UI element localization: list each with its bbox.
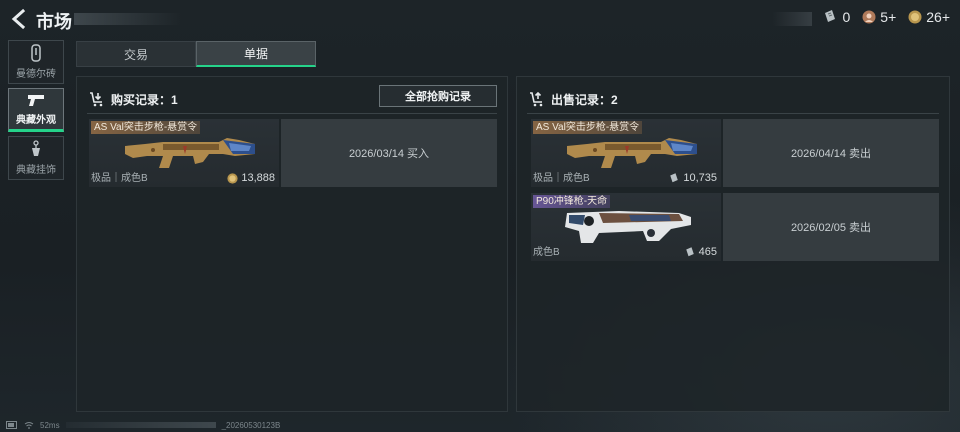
divider [527, 113, 939, 114]
badge-coin-icon [862, 10, 876, 24]
item-price-value: 10,735 [683, 172, 717, 184]
ticket-count: 0 [842, 9, 851, 25]
back-arrow-icon[interactable] [8, 8, 30, 30]
item-price: 10,735 [668, 172, 717, 184]
item-quality: 极品｜成色B [91, 173, 148, 184]
tab-records[interactable]: 单据 [196, 41, 316, 67]
record-date: 2026/03/14 买入 [281, 119, 497, 187]
record-date: 2026/04/14 卖出 [723, 119, 939, 187]
item-price: 465 [684, 246, 717, 258]
sidebar-item-label: 典藏外观 [16, 115, 56, 126]
brick-icon [31, 44, 41, 62]
currency-badge[interactable]: 5+ [862, 9, 896, 25]
item-quality: 极品｜成色B [533, 173, 590, 184]
sell-records-header: 出售记录：2 [529, 89, 618, 109]
item-price: 13,888 [227, 172, 275, 184]
badge-count: 5+ [880, 9, 897, 25]
footer-decoration [65, 422, 216, 428]
item-price-value: 465 [698, 246, 717, 258]
as-val-rifle-image [125, 138, 255, 168]
all-rush-purchase-records-button[interactable]: 全部抢购记录 [379, 85, 497, 107]
p90-smg-image [565, 211, 691, 243]
buy-icon [90, 92, 103, 107]
gold-count: 26+ [926, 9, 950, 25]
buy-records-panel: 购买记录：1 全部抢购记录 AS Val突击步枪-悬赏令 极品｜成色B 13,8… [76, 76, 508, 412]
ticket-icon [825, 10, 836, 22]
currency-gold[interactable]: 26+ [908, 9, 950, 25]
currency-bar: 0 5+ 26+ [822, 9, 950, 25]
buy-record-row[interactable]: AS Val突击步枪-悬赏令 极品｜成色B 13,888 2026/03/14 … [89, 119, 497, 187]
buy-records-header: 购买记录：1 [89, 89, 178, 109]
currency-decoration [772, 12, 812, 26]
sidebar-item-mandel-brick[interactable]: 曼德尔砖 [8, 40, 64, 84]
title-decoration [74, 13, 182, 25]
item-name: AS Val突击步枪-悬赏令 [533, 121, 643, 134]
item-price-value: 13,888 [241, 172, 275, 184]
sidebar-item-label: 典藏挂饰 [16, 165, 56, 176]
sell-records-panel: 出售记录：2 AS Val突击步枪-悬赏令 极品｜成色B 10,735 2026… [516, 76, 950, 412]
tab-trade[interactable]: 交易 [76, 41, 196, 67]
wifi-icon [24, 422, 34, 429]
pistol-icon [28, 95, 44, 106]
buy-records-title: 购买记录：1 [111, 92, 178, 107]
top-bar: 市场 0 5+ 26+ [0, 0, 960, 38]
item-card[interactable]: P90冲锋枪-天命 成色B 465 [531, 193, 721, 261]
sell-record-row[interactable]: AS Val突击步枪-悬赏令 极品｜成色B 10,735 2026/04/14 … [531, 119, 939, 187]
item-card[interactable]: AS Val突击步枪-悬赏令 极品｜成色B 10,735 [531, 119, 721, 187]
gold-coin-icon [908, 10, 922, 24]
sell-records-title: 出售记录：2 [551, 92, 618, 107]
divider [87, 113, 497, 114]
item-quality: 成色B [533, 247, 560, 258]
ticket-icon [670, 172, 679, 182]
battery-icon [6, 421, 17, 429]
page-title: 市场 [36, 12, 72, 32]
market-tabs: 交易 单据 [76, 41, 316, 67]
item-name: AS Val突击步枪-悬赏令 [91, 121, 201, 134]
sell-record-row[interactable]: P90冲锋枪-天命 成色B 465 2026/02/05 卖出 [531, 193, 939, 261]
category-sidebar: 曼德尔砖 典藏外观 典藏挂饰 [8, 40, 64, 184]
ping-value: 52ms [40, 420, 60, 430]
sell-icon [530, 91, 543, 107]
sidebar-item-label: 曼德尔砖 [16, 69, 56, 80]
currency-ticket[interactable]: 0 [822, 9, 850, 25]
ticket-icon [685, 246, 694, 256]
charm-icon [32, 140, 40, 156]
status-footer: 52ms _20260530123B [6, 420, 280, 430]
as-val-rifle-image [567, 138, 697, 168]
build-id: _20260530123B [221, 420, 281, 430]
item-card[interactable]: AS Val突击步枪-悬赏令 极品｜成色B 13,888 [89, 119, 279, 187]
record-date: 2026/02/05 卖出 [723, 193, 939, 261]
sidebar-item-collection-skin[interactable]: 典藏外观 [8, 88, 64, 132]
gold-coin-icon [227, 172, 238, 184]
sidebar-item-collection-charm[interactable]: 典藏挂饰 [8, 136, 64, 180]
